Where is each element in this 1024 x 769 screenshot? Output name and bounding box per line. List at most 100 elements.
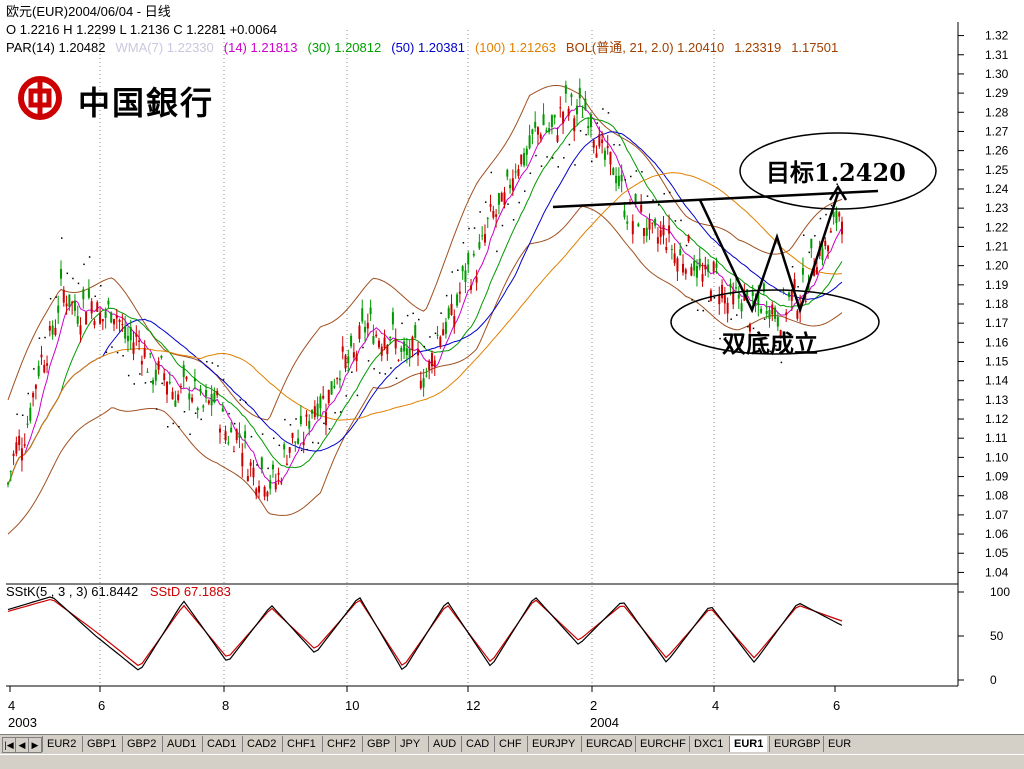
candle-body (827, 245, 830, 252)
time-tick-label: 6 (833, 698, 840, 713)
candle-body (545, 130, 548, 132)
candle-body (687, 235, 690, 242)
sar-dot (345, 395, 348, 397)
candle-body (723, 295, 726, 304)
candle-body (252, 467, 255, 478)
sar-dot (780, 361, 783, 364)
candle-body (46, 363, 49, 366)
candle-body (23, 444, 26, 446)
tab-cad[interactable]: CAD (461, 736, 494, 752)
sar-dot (328, 428, 331, 430)
candle-body (274, 482, 277, 490)
tab-aud[interactable]: AUD (428, 736, 461, 752)
candle-body (380, 346, 383, 356)
tab-eurcad[interactable]: EURCAD (581, 736, 637, 752)
sar-dot (652, 199, 654, 201)
sar-dot (730, 318, 732, 320)
tab-cad1[interactable]: CAD1 (202, 736, 241, 752)
candle-body (48, 325, 51, 331)
sar-dot (144, 382, 147, 384)
tab-eurgbp[interactable]: EURGBP (769, 736, 825, 752)
tab-chf2[interactable]: CHF2 (322, 736, 360, 752)
next-tab-button[interactable]: ▶ (28, 737, 42, 753)
candle-body (244, 431, 247, 439)
candle-body (179, 386, 182, 388)
candle-body (467, 252, 470, 265)
sar-dot (21, 414, 24, 417)
candle-body (623, 210, 626, 218)
candle-body (207, 400, 210, 404)
candle-body (216, 391, 219, 396)
candle-body (679, 249, 682, 256)
sar-dot (16, 413, 18, 416)
sar-dot (83, 263, 85, 266)
stoch-d-label: SStD 67.1883 (149, 584, 231, 599)
tab-jpy[interactable]: JPY (395, 736, 425, 752)
sar-dot (323, 422, 325, 425)
candle-body (790, 289, 793, 301)
tab-gbp[interactable]: GBP (362, 736, 395, 752)
candle-body (322, 395, 325, 399)
prev-tab-button[interactable]: ◀ (15, 737, 29, 753)
sar-dot (802, 234, 805, 236)
first-tab-button[interactable]: |◀ (2, 737, 16, 753)
price-tick-label: 1.30 (985, 67, 1009, 81)
sar-dot (373, 368, 375, 370)
candle-body (503, 192, 506, 206)
candle-body (461, 266, 464, 272)
tab-eur2[interactable]: EUR2 (42, 736, 81, 752)
candle-body (832, 211, 835, 217)
candle-body (648, 218, 651, 230)
tab-cad2[interactable]: CAD2 (242, 736, 281, 752)
candle-body (255, 488, 258, 496)
tab-gbp2[interactable]: GBP2 (122, 736, 161, 752)
candle-body (497, 193, 500, 205)
candle-body (684, 269, 687, 274)
sar-dot (351, 371, 353, 373)
candle-body (788, 292, 791, 297)
candle-body (690, 267, 693, 276)
indicator-label-8: 1.17501 (791, 40, 839, 55)
candle-body (191, 397, 194, 402)
tab-chf[interactable]: CHF (494, 736, 526, 752)
sar-dot (529, 172, 532, 175)
candle-body (59, 268, 62, 279)
candle-body (634, 194, 637, 203)
sar-dot (334, 412, 336, 414)
price-tick-label: 1.20 (985, 259, 1009, 273)
candle-body (160, 355, 163, 358)
price-tick-label: 1.19 (985, 278, 1009, 292)
sar-dot (378, 372, 381, 374)
candle-body (366, 322, 369, 329)
sar-dot (669, 191, 671, 194)
price-tick-label: 1.09 (985, 470, 1009, 484)
candle-body (411, 336, 414, 350)
tab-eur[interactable]: EUR (823, 736, 856, 752)
candle-body (567, 108, 570, 116)
sar-dot (395, 377, 398, 380)
candle-body (241, 452, 244, 467)
tab-eurjpy[interactable]: EURJPY (527, 736, 580, 752)
candle-body (495, 214, 498, 217)
sar-dot (574, 164, 576, 166)
tab-gbp1[interactable]: GBP1 (82, 736, 121, 752)
tab-eurchf[interactable]: EURCHF (635, 736, 690, 752)
tab-aud1[interactable]: AUD1 (162, 736, 201, 752)
sar-dot (49, 297, 52, 300)
candle-body (662, 224, 665, 236)
candle-body (76, 315, 79, 324)
candle-body (528, 135, 531, 149)
tab-chf1[interactable]: CHF1 (282, 736, 320, 752)
candle-body (645, 227, 648, 236)
tab-eur1[interactable]: EUR1 (729, 736, 768, 752)
candle-body (188, 393, 191, 400)
tab-dxc1[interactable]: DXC1 (689, 736, 728, 752)
candle-body (801, 268, 804, 275)
candle-body (350, 335, 353, 347)
candle-body (478, 242, 481, 249)
price-tick-label: 1.31 (985, 48, 1009, 62)
sar-dot (356, 394, 359, 397)
candle-body (341, 346, 344, 352)
sar-dot (55, 296, 57, 298)
candle-body (698, 258, 701, 268)
